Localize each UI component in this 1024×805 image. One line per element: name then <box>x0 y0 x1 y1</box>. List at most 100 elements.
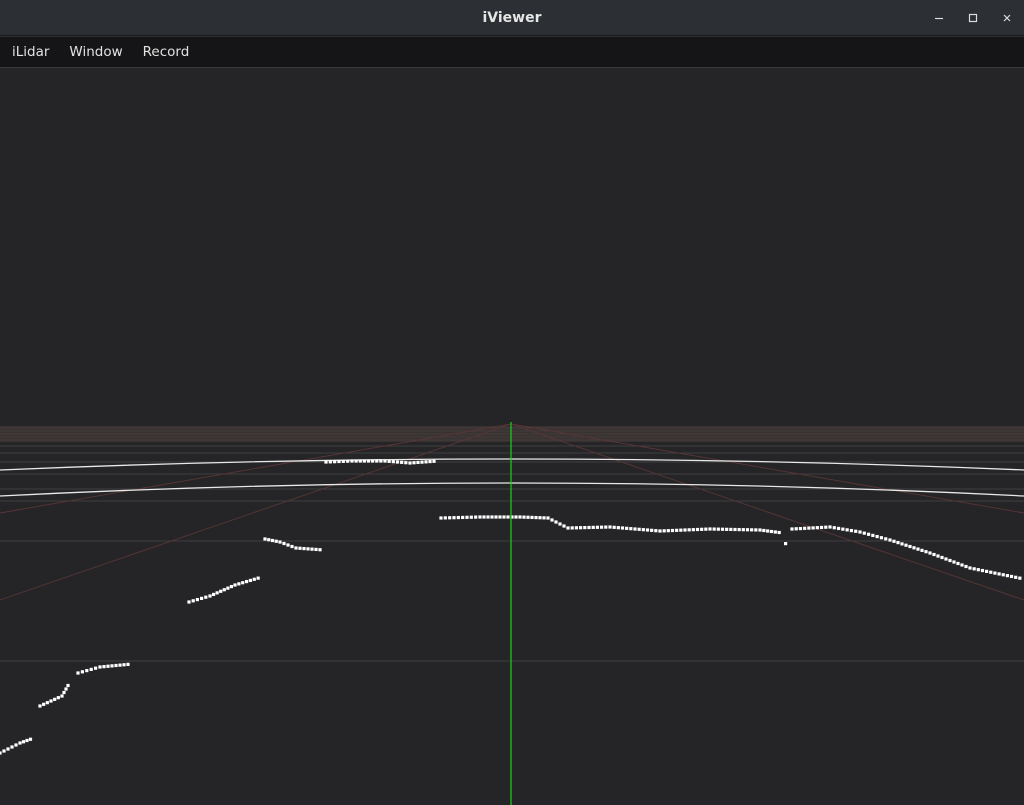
lidar-point <box>94 666 98 670</box>
lidar-point <box>1014 575 1018 579</box>
app-window: iViewer iLidar Window Record <box>0 0 1024 805</box>
lidar-point <box>310 547 314 551</box>
lidar-point <box>408 461 412 465</box>
lidar-point <box>412 461 416 465</box>
lidar-point <box>956 561 960 566</box>
lidar-point <box>114 663 118 668</box>
lidar-point <box>687 528 691 532</box>
lidar-point <box>579 526 583 530</box>
menu-record[interactable]: Record <box>133 37 200 67</box>
lidar-point <box>879 536 884 540</box>
lidar-point <box>286 543 290 547</box>
lidar-point <box>916 547 920 551</box>
lidar-point <box>404 461 408 465</box>
lidar-point <box>526 515 530 519</box>
lidar-point <box>21 740 26 744</box>
lidar-point <box>1009 574 1014 579</box>
lidar-point <box>80 670 84 674</box>
lidar-point <box>819 525 824 530</box>
lidar-point <box>387 459 391 463</box>
lidar-point <box>252 577 256 581</box>
lidar-point <box>53 697 57 701</box>
lidar-point <box>546 516 550 520</box>
lidar-point <box>828 525 832 529</box>
lidar-point <box>106 664 110 668</box>
lidar-point <box>204 595 208 599</box>
lidar-point <box>750 528 754 532</box>
lidar-point <box>912 546 916 550</box>
lidar-point <box>534 515 538 520</box>
lidar-point <box>884 537 888 541</box>
lidar-point <box>993 571 997 575</box>
lidar-point <box>566 526 570 530</box>
lidar-point <box>469 515 473 519</box>
maximize-icon <box>968 13 978 23</box>
lidar-point <box>45 701 49 705</box>
lidar-point <box>28 737 33 741</box>
lidar-point <box>866 532 871 536</box>
lidar-point <box>725 527 729 531</box>
lidar-point <box>18 741 22 745</box>
lidar-point <box>600 525 604 529</box>
lidar-point <box>354 459 358 463</box>
lidar-point <box>482 515 486 519</box>
lidar-point <box>900 542 904 546</box>
lidar-point <box>928 551 932 555</box>
lidar-point <box>502 515 506 519</box>
point-cloud-viewport[interactable] <box>0 68 1024 805</box>
lidar-point <box>654 529 658 533</box>
close-button[interactable] <box>990 0 1024 36</box>
menu-window[interactable]: Window <box>59 37 132 67</box>
lidar-point <box>465 515 469 519</box>
lidar-point <box>637 527 641 531</box>
lidar-point <box>794 527 798 531</box>
lidar-point <box>241 581 245 585</box>
lidar-point <box>85 669 89 673</box>
lidar-point <box>229 584 234 589</box>
lidar-point <box>620 526 625 530</box>
lidar-point <box>708 527 712 531</box>
lidar-point <box>550 518 554 522</box>
lidar-point <box>1005 574 1009 578</box>
lidar-point <box>256 576 260 580</box>
lidar-point <box>237 582 241 586</box>
lidar-point <box>633 527 637 531</box>
lidar-point <box>200 596 204 600</box>
lidar-point <box>514 515 518 519</box>
lidar-point <box>89 667 93 671</box>
menu-ilidar[interactable]: iLidar <box>2 37 59 67</box>
lidar-point <box>25 738 29 743</box>
lidar-point <box>798 526 803 531</box>
lidar-point <box>64 687 68 691</box>
lidar-point <box>375 459 379 463</box>
lidar-point <box>824 525 828 529</box>
lidar-point <box>858 530 862 534</box>
lidar-point <box>215 591 219 595</box>
lidar-point <box>683 528 687 532</box>
lidar-point <box>362 459 366 463</box>
lidar-point <box>0 751 2 755</box>
maximize-button[interactable] <box>956 0 990 36</box>
lidar-point <box>191 599 195 603</box>
lidar-point <box>346 459 350 463</box>
lidar-point <box>456 515 460 520</box>
lidar-point <box>645 528 650 532</box>
lidar-point <box>1001 573 1005 577</box>
lidar-point <box>587 525 591 530</box>
lidar-point <box>448 516 452 520</box>
lidar-point <box>773 530 777 534</box>
lidar-point <box>400 460 404 464</box>
lidar-point <box>616 526 620 530</box>
point-cloud-canvas[interactable] <box>0 68 1024 805</box>
minimize-button[interactable] <box>922 0 956 36</box>
lidar-point <box>233 583 237 587</box>
title-bar[interactable]: iViewer <box>0 0 1024 36</box>
lidar-point <box>318 548 322 552</box>
lidar-point <box>574 526 578 530</box>
lidar-point <box>904 543 908 547</box>
lidar-point <box>416 460 420 465</box>
lidar-point <box>784 542 788 546</box>
lidar-point <box>944 557 948 561</box>
lidar-point <box>841 527 845 531</box>
lidar-point <box>704 527 708 531</box>
